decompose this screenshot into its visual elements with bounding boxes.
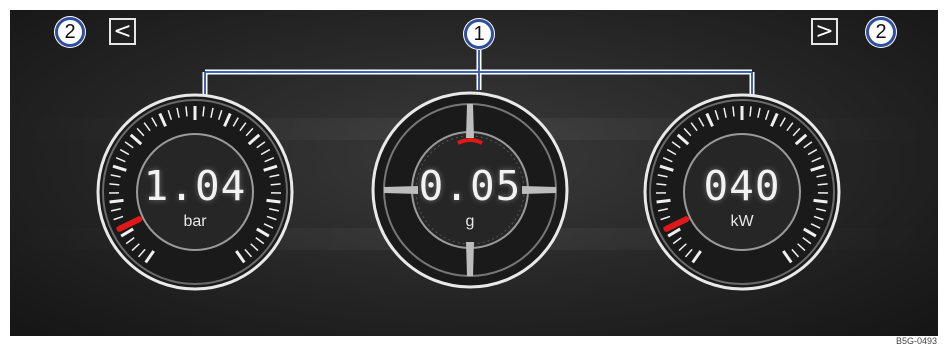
boost-pressure-unit: bar <box>183 213 207 230</box>
next-view-button[interactable]: > <box>811 18 838 45</box>
g-force-gauge: 0.05 g <box>370 90 570 290</box>
scale-tick <box>202 106 205 117</box>
power-unit: kW <box>730 213 754 230</box>
callout-marker-left: 2 <box>55 17 85 47</box>
boost-pressure-gauge: 1.04 bar <box>95 92 295 292</box>
scale-tick <box>185 106 188 117</box>
callout-marker-center: 1 <box>464 19 494 49</box>
power-value: 040 <box>703 162 781 210</box>
scale-tick <box>749 106 752 117</box>
g-force-value: 0.05 <box>418 162 522 210</box>
previous-view-button[interactable]: < <box>109 18 136 45</box>
g-force-unit: g <box>465 213 475 230</box>
power-gauge: 040 kW <box>642 92 842 292</box>
image-code: B5G-0493 <box>895 336 937 346</box>
boost-pressure-value: 1.04 <box>143 162 247 210</box>
instrument-display: 1.04 bar 0.05 g 040 kW < > 2 1 2 <box>10 10 938 336</box>
scale-tick <box>732 106 735 117</box>
callout-marker-right: 2 <box>866 17 896 47</box>
